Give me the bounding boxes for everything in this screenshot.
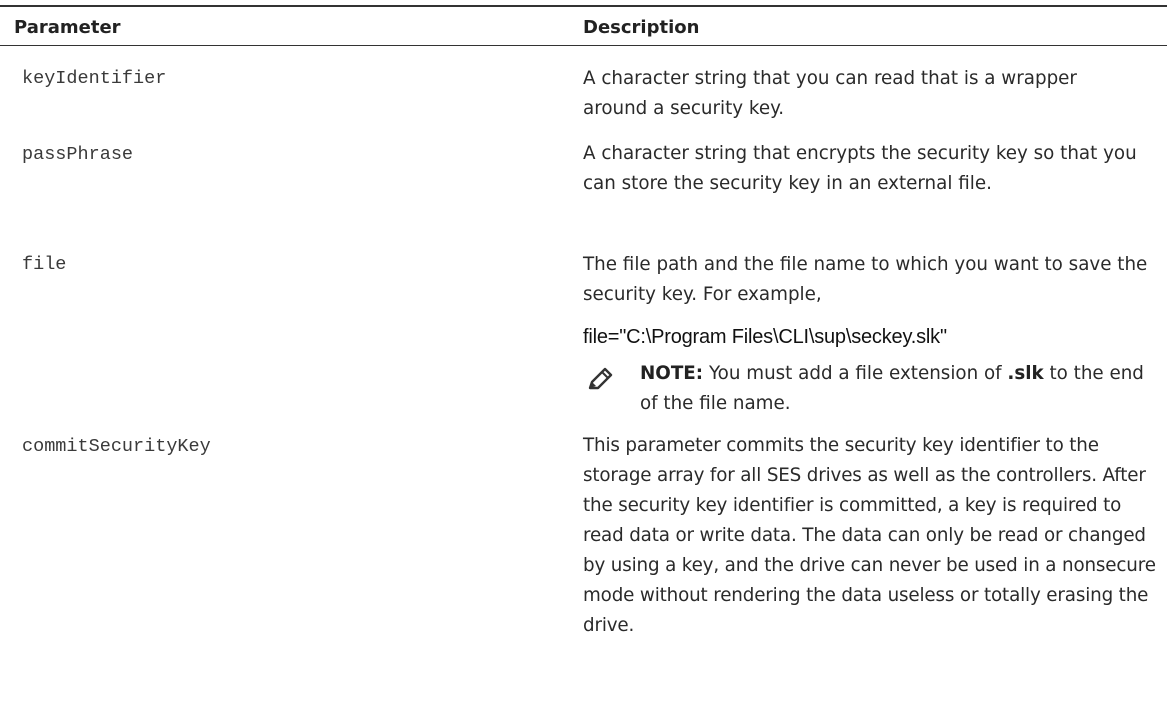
note-text: NOTE: You must add a file extension of .… [640,359,1155,419]
table-top-rule [0,5,1167,7]
parameter-table: Parameter Description keyIdentifier A ch… [0,0,1167,706]
note-label: NOTE: [640,363,704,384]
desc-keyidentifier: A character string that you can read tha… [583,68,1077,119]
desc-commitsecuritykey: This parameter commits the security key … [583,435,1156,636]
note-extension: .slk [1007,363,1044,384]
header-description: Description [583,17,700,38]
param-file: file [22,254,67,275]
desc-file: The file path and the file name to which… [583,254,1148,305]
header-divider [0,45,1167,46]
param-commitsecuritykey: commitSecurityKey [22,436,211,457]
param-passphrase: passPhrase [22,144,134,165]
note-text-before: You must add a file extension of [708,363,1002,384]
header-parameter: Parameter [14,17,121,38]
desc-passphrase: A character string that encrypts the sec… [583,143,1137,194]
pencil-note-icon [588,367,613,390]
file-example: file="C:\Program Files\CLI\sup\seckey.sl… [583,326,947,348]
param-keyidentifier: keyIdentifier [22,68,167,89]
